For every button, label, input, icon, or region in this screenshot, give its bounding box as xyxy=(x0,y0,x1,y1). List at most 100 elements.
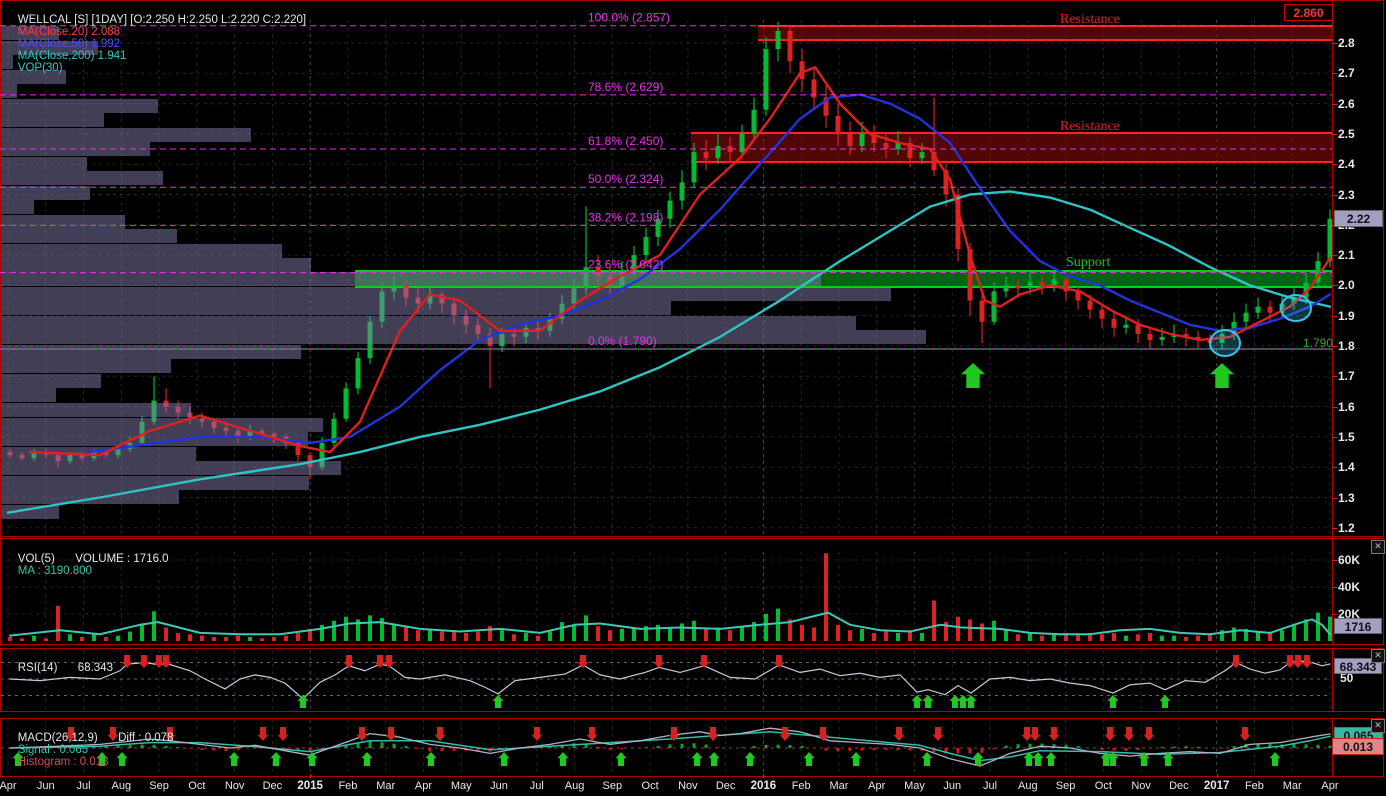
volume-panel-close-icon[interactable]: ✕ xyxy=(1371,540,1385,554)
price-axis-tick: 2.6 xyxy=(1338,96,1355,111)
title-bar: WELLCAL [S] [1DAY] [O:2.250 H:2.250 L:2.… xyxy=(5,2,320,86)
price-axis-tick: 2.5 xyxy=(1338,126,1355,141)
price-axis-tick: 1.6 xyxy=(1338,399,1355,414)
x-axis-label: Aug xyxy=(564,780,585,792)
price-axis-tick-mark xyxy=(1332,497,1337,499)
ma200-legend: MA(Close,200) 1.941 xyxy=(17,50,127,62)
price-axis-tick: 1.5 xyxy=(1338,429,1355,444)
svg-text:61.8% (2.450): 61.8% (2.450) xyxy=(588,134,663,148)
x-axis-label: Jul xyxy=(76,780,91,792)
price-axis-tick-mark xyxy=(1332,255,1337,257)
volume-indicator-label: VOL(5) VOLUME : 1716.0 xyxy=(17,553,169,565)
price-axis-tick-mark xyxy=(1332,436,1337,438)
x-axis-label: Jun xyxy=(943,780,962,792)
price-axis-tick-mark xyxy=(1332,285,1337,287)
rsi-axis-divider xyxy=(1332,648,1333,712)
price-axis-tick: 1.4 xyxy=(1338,460,1355,475)
x-axis-label: Feb xyxy=(791,780,811,792)
x-axis-year-tick-mark xyxy=(1216,774,1218,778)
x-axis-label: Apr xyxy=(1321,780,1339,792)
x-axis-label: Oct xyxy=(641,780,659,792)
rsi-chart-canvas[interactable] xyxy=(0,648,1332,712)
price-axis-tick: 2.8 xyxy=(1338,36,1355,50)
rsi-panel-close-icon[interactable]: ✕ xyxy=(1371,649,1385,663)
x-axis-label: 2017 xyxy=(1203,780,1230,792)
x-axis-label: Nov xyxy=(678,780,698,792)
rsi-indicator-label: RSI(14) 68.343 xyxy=(17,662,113,674)
svg-text:0.0% (1.790): 0.0% (1.790) xyxy=(588,334,657,348)
symbol-info: WELLCAL [S] [1DAY] [O:2.250 H:2.250 L:2.… xyxy=(17,14,307,26)
x-axis-label: Feb xyxy=(1244,780,1264,792)
x-axis-label: Sep xyxy=(1055,780,1076,792)
main-axis-divider xyxy=(1332,0,1333,537)
volume-axis-tick: 40K xyxy=(1338,580,1361,594)
ma20-legend: MA(Close,20) 2.088 xyxy=(17,26,121,38)
volume-chart-canvas[interactable] xyxy=(0,538,1332,645)
x-axis-label: Jun xyxy=(490,780,508,792)
support-resistance-zones xyxy=(355,25,1332,288)
x-axis-label: Sep xyxy=(602,780,623,792)
resistance-high-tag: 2.860 xyxy=(1284,4,1333,21)
x-axis-label: 2016 xyxy=(750,780,777,792)
volume-panel-header: VOL(5) VOLUME : 1716.0 MA : 3190.800 xyxy=(5,541,197,589)
price-axis-tick: 2.4 xyxy=(1338,157,1355,172)
volume-ma-label: MA : 3190.800 xyxy=(17,565,92,577)
svg-text:78.6% (2.629): 78.6% (2.629) xyxy=(588,80,663,94)
price-axis-tick-mark xyxy=(1332,43,1337,44)
x-axis-label: Sep xyxy=(149,780,169,792)
svg-text:23.6% (2.042): 23.6% (2.042) xyxy=(588,258,663,272)
current-volume-tag: 1716 xyxy=(1334,618,1382,634)
x-axis-label: Dec xyxy=(262,780,283,792)
price-axis-tick: 2.0 xyxy=(1338,278,1355,293)
price-axis-tick-mark xyxy=(1332,194,1337,196)
ma50-legend: MA(Close,50) 1.992 xyxy=(17,38,121,50)
x-axis-label: May xyxy=(904,780,925,792)
price-axis-tick-mark xyxy=(1332,527,1337,529)
x-axis-label: 2015 xyxy=(297,780,323,792)
x-axis-label: Feb xyxy=(338,780,358,792)
x-axis-label: Nov xyxy=(1131,780,1151,792)
price-axis-tick: 1.2 xyxy=(1338,520,1355,535)
macd-panel-header: MACD(26,12,9) Diff : 0.078 Signal : 0.06… xyxy=(5,720,201,780)
volume-axis-tick-mark xyxy=(1332,560,1337,561)
price-axis-tick: 1.9 xyxy=(1338,308,1355,323)
current-price-tag: 2.22 xyxy=(1334,210,1383,227)
price-axis-tick-mark xyxy=(1332,103,1337,105)
svg-text:38.2% (2.198): 38.2% (2.198) xyxy=(588,210,663,224)
svg-text:Resistance: Resistance xyxy=(1060,119,1120,134)
x-axis-label: Apr xyxy=(868,780,886,792)
price-axis-tick: 2.3 xyxy=(1338,187,1355,202)
svg-text:Resistance: Resistance xyxy=(1060,12,1120,27)
chart-window: 100.0% (2.857) 78.6% (2.629) 61.8% (2.450)… xyxy=(0,0,1386,796)
macd-histogram-tag: 0.013 xyxy=(1332,738,1384,755)
x-axis-label: Dec xyxy=(715,780,736,792)
x-axis-label: Oct xyxy=(1094,780,1112,792)
x-axis-label: Mar xyxy=(1282,780,1302,792)
x-axis-label: May xyxy=(450,780,472,792)
x-axis-label: Aug xyxy=(1018,780,1038,792)
x-axis-label: Oct xyxy=(188,780,206,792)
rsi-panel-header: RSI(14) 68.343 xyxy=(5,650,141,686)
rsi-line xyxy=(9,660,1331,700)
price-axis-tick-mark xyxy=(1332,164,1337,166)
price-axis-tick-mark xyxy=(1332,133,1337,135)
price-axis-tick: 2.1 xyxy=(1338,248,1355,263)
price-axis-tick: 1.7 xyxy=(1338,369,1355,384)
macd-signal-label: Signal : 0.065 xyxy=(17,744,89,756)
macd-histogram-label: Histogram : 0.013 xyxy=(17,756,109,768)
volume-axis-tick-mark xyxy=(1332,587,1337,588)
buy-signal-arrows xyxy=(961,363,1234,388)
price-axis-tick-mark xyxy=(1332,73,1337,75)
x-axis-label: Dec xyxy=(1169,780,1189,792)
macd-panel-close-icon[interactable]: ✕ xyxy=(1371,719,1385,733)
x-axis-label: Apr xyxy=(414,780,433,792)
x-axis-label: Mar xyxy=(829,780,849,792)
x-axis-label: Jul xyxy=(529,780,544,792)
rsi-grid xyxy=(1,650,1331,710)
svg-text:50.0% (2.324): 50.0% (2.324) xyxy=(588,172,663,186)
x-axis-year-tick-mark xyxy=(763,774,765,778)
x-axis-label: Jun xyxy=(36,780,55,792)
x-axis-label: Mar xyxy=(376,780,396,792)
price-axis-tick-mark xyxy=(1332,376,1337,378)
price-axis-tick: 1.8 xyxy=(1338,339,1355,353)
